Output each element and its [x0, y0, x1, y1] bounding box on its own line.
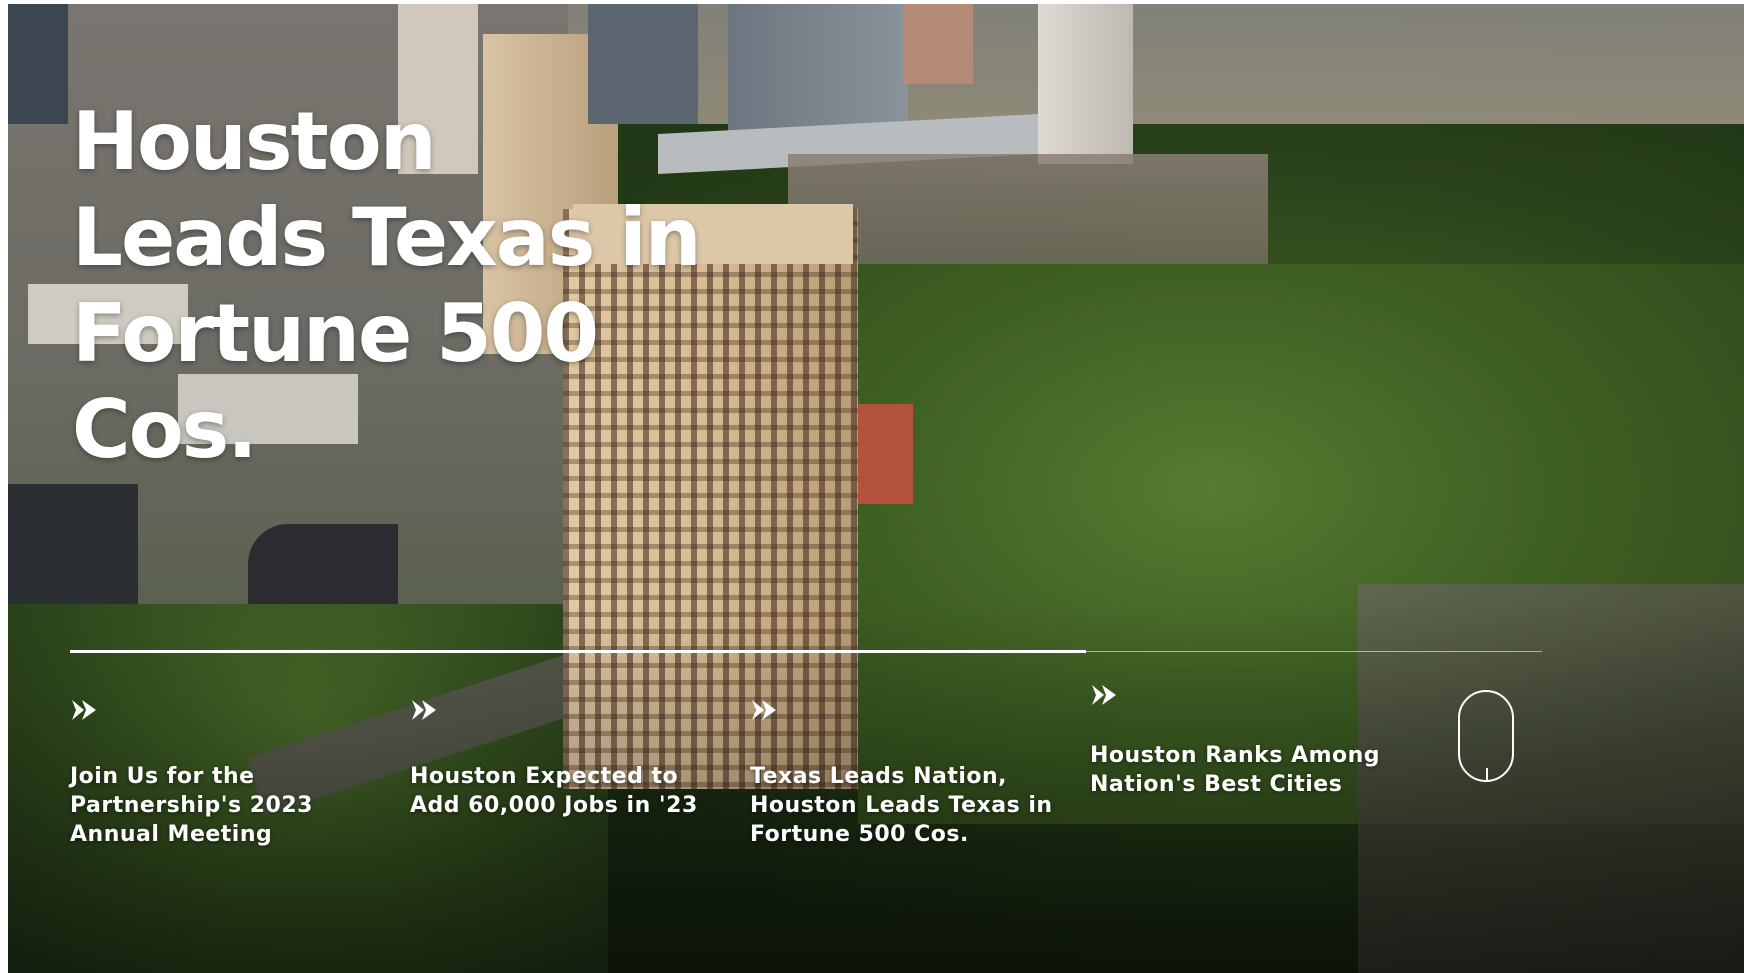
background-building: [903, 4, 973, 84]
background-building: [858, 404, 913, 504]
background-roof: [248, 524, 398, 604]
scroll-wheel-dot: [1486, 768, 1488, 780]
slide-progress-fill: [70, 650, 1086, 653]
background-building: [728, 4, 908, 139]
double-chevron-right-icon: [752, 700, 776, 720]
hero-headline: Houston Leads Texas in Fortune 500 Cos.: [72, 95, 702, 476]
slide-link-annual-meeting[interactable]: Join Us for the Partnership's 2023 Annua…: [70, 698, 390, 849]
background-building: [1038, 4, 1133, 164]
slide-label: Houston Expected to Add 60,000 Jobs in '…: [410, 764, 698, 818]
double-chevron-right-icon: [412, 700, 436, 720]
slide-label: Houston Ranks Among Nation's Best Cities: [1090, 743, 1381, 797]
double-chevron-right-icon: [72, 700, 96, 720]
background-building: [8, 4, 68, 124]
slide-link-jobs-forecast[interactable]: Houston Expected to Add 60,000 Jobs in '…: [410, 698, 730, 820]
mouse-scroll-icon[interactable]: [1458, 690, 1514, 782]
slide-link-fortune-500[interactable]: Texas Leads Nation, Houston Leads Texas …: [750, 698, 1070, 849]
double-chevron-right-icon: [1092, 685, 1116, 705]
slide-label: Texas Leads Nation, Houston Leads Texas …: [750, 764, 1053, 847]
slide-label: Join Us for the Partnership's 2023 Annua…: [70, 764, 313, 847]
background-houses: [788, 154, 1268, 274]
slide-progress-bar: [70, 650, 1542, 653]
slide-link-best-cities[interactable]: Houston Ranks Among Nation's Best Cities: [1090, 683, 1410, 799]
